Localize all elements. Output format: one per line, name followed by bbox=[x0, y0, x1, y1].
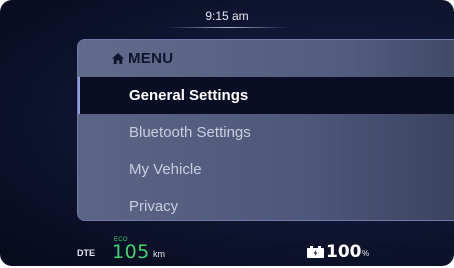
menu-header: MENU bbox=[78, 40, 454, 77]
home-icon bbox=[112, 53, 124, 64]
menu-panel: MENU General Settings Bluetooth Settings… bbox=[77, 39, 454, 221]
battery-icon bbox=[307, 246, 324, 258]
status-bar: 9:15 am bbox=[0, 0, 454, 30]
bottom-status-bar: DTE ECO 105 km 100 % bbox=[0, 236, 454, 266]
menu-item-general-settings[interactable]: General Settings bbox=[78, 77, 454, 114]
dte-label: DTE bbox=[77, 248, 95, 258]
menu-title: MENU bbox=[128, 50, 174, 67]
menu-item-bluetooth-settings[interactable]: Bluetooth Settings bbox=[78, 114, 454, 151]
status-bar-divider bbox=[168, 27, 288, 28]
battery-unit: % bbox=[362, 249, 370, 258]
battery-value: 100 bbox=[326, 242, 362, 262]
range-value: 105 bbox=[112, 241, 150, 263]
dashboard-screen: 9:15 am MENU General Settings Bluetooth … bbox=[0, 0, 454, 266]
menu-item-my-vehicle[interactable]: My Vehicle bbox=[78, 151, 454, 188]
range-unit: km bbox=[153, 249, 165, 259]
menu-item-privacy[interactable]: Privacy bbox=[78, 188, 454, 220]
clock: 9:15 am bbox=[205, 9, 249, 23]
menu-list: General Settings Bluetooth Settings My V… bbox=[78, 77, 454, 220]
